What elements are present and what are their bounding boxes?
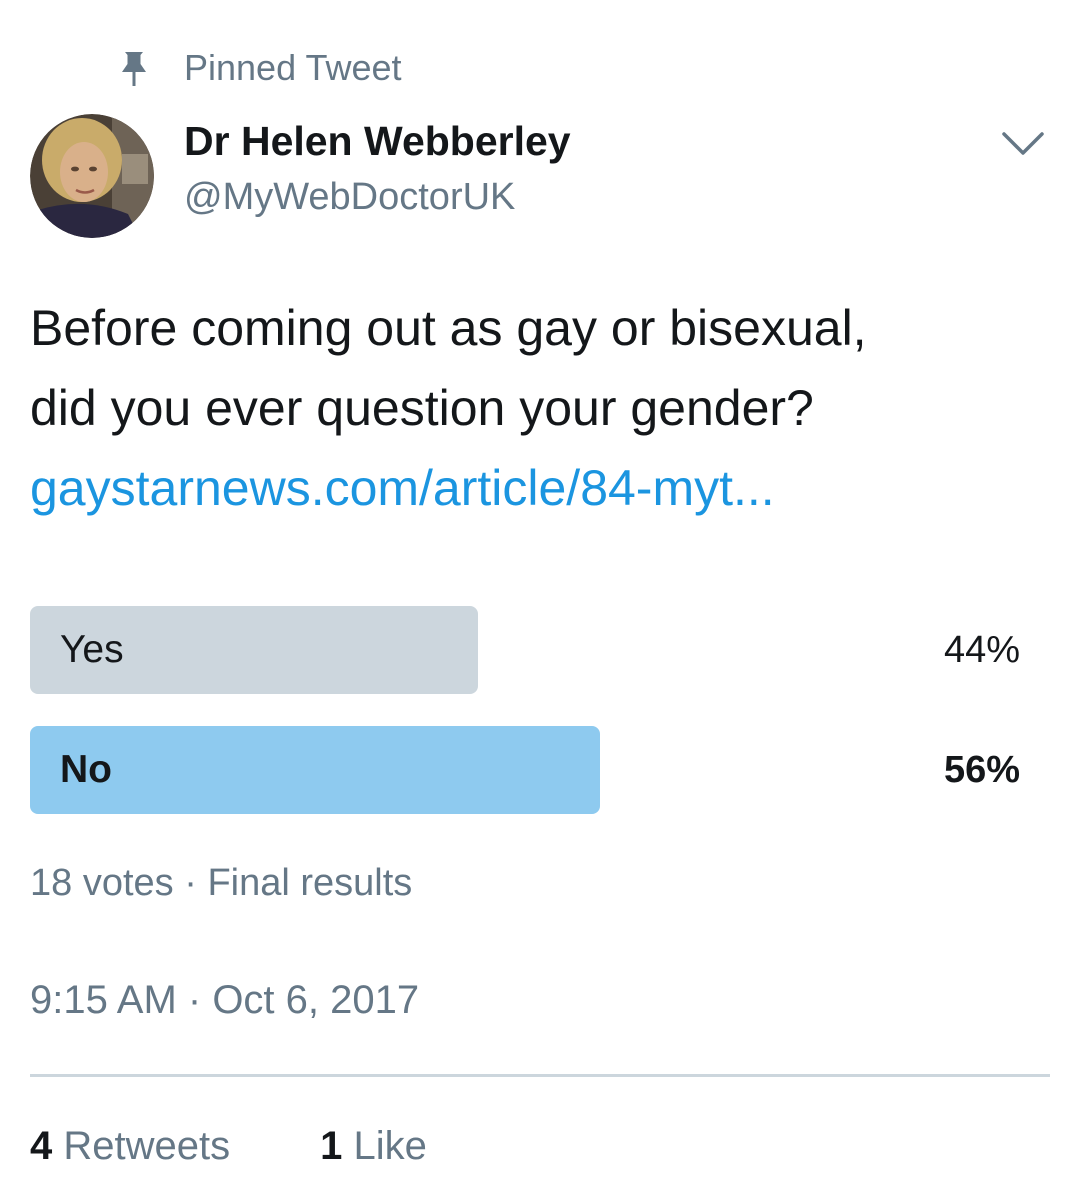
poll-bar — [30, 726, 600, 814]
divider — [30, 1074, 1050, 1077]
tweet-text-line: Before coming out as gay or bisexual, — [30, 300, 867, 356]
author-display-name[interactable]: Dr Helen Webberley — [184, 118, 571, 165]
retweets-stat[interactable]: 4 Retweets — [30, 1124, 230, 1169]
separator: · — [173, 862, 208, 904]
author-handle[interactable]: @MyWebDoctorUK — [184, 176, 515, 219]
separator: · — [176, 978, 213, 1022]
poll-option-no: No 56% — [30, 726, 1020, 814]
likes-count: 1 — [320, 1124, 343, 1168]
poll-meta: 18 votes · Final results — [30, 862, 412, 905]
poll-votes: 18 votes — [30, 862, 174, 904]
pin-icon — [118, 48, 150, 88]
tweet-stats: 4 Retweets 1 Like — [30, 1124, 427, 1169]
retweets-label: Retweets — [63, 1124, 231, 1168]
pinned-tweet-indicator: Pinned Tweet — [118, 44, 402, 92]
poll-option-yes: Yes 44% — [30, 606, 1020, 694]
poll-option-label: Yes — [60, 628, 124, 671]
timestamp-date: Oct 6, 2017 — [212, 978, 420, 1022]
tweet-link[interactable]: gaystarnews.com/article/84-myt... — [30, 448, 1040, 528]
chevron-down-icon[interactable] — [1000, 126, 1046, 162]
retweets-count: 4 — [30, 1124, 53, 1168]
tweet-text: Before coming out as gay or bisexual, di… — [30, 288, 1040, 528]
likes-stat[interactable]: 1 Like — [320, 1124, 427, 1169]
poll-option-percent: 56% — [943, 748, 1020, 791]
poll-option-label: No — [60, 748, 112, 791]
poll-option-percent: 44% — [943, 628, 1020, 671]
tweet-timestamp[interactable]: 9:15 AM · Oct 6, 2017 — [30, 978, 419, 1023]
likes-label: Like — [353, 1124, 427, 1168]
pinned-tweet-label: Pinned Tweet — [184, 47, 402, 88]
timestamp-time: 9:15 AM — [30, 978, 177, 1022]
tweet-text-line: did you ever question your gender? — [30, 380, 814, 436]
poll-status: Final results — [207, 862, 413, 904]
avatar[interactable] — [30, 114, 154, 238]
